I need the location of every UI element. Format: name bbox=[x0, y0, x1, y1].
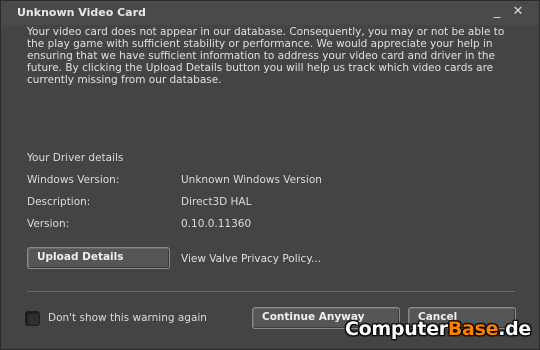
unknown-video-card-dialog: Unknown Video Card _ ✕ Your video card d… bbox=[0, 0, 540, 350]
minimize-icon[interactable]: _ bbox=[488, 3, 506, 21]
intro-message: Your video card does not appear in our d… bbox=[27, 26, 505, 86]
windows-version-value: Unknown Windows Version bbox=[181, 174, 322, 186]
privacy-policy-link[interactable]: View Valve Privacy Policy... bbox=[181, 253, 321, 265]
upload-details-label: Upload Details bbox=[37, 251, 124, 263]
window-title: Unknown Video Card bbox=[17, 6, 146, 19]
description-label: Description: bbox=[27, 196, 91, 208]
dont-show-label[interactable]: Don't show this warning again bbox=[48, 312, 207, 324]
title-bar[interactable]: Unknown Video Card _ ✕ bbox=[1, 1, 539, 25]
version-label: Version: bbox=[27, 218, 70, 230]
upload-details-button[interactable]: Upload Details bbox=[27, 247, 170, 269]
watermark-part3: .de bbox=[498, 318, 531, 340]
driver-details-heading: Your Driver details bbox=[27, 152, 124, 164]
dont-show-checkbox[interactable] bbox=[25, 311, 40, 326]
watermark-part1: Computer bbox=[345, 318, 448, 340]
divider bbox=[27, 291, 515, 292]
description-value: Direct3D HAL bbox=[181, 196, 252, 208]
windows-version-label: Windows Version: bbox=[27, 174, 120, 186]
close-icon[interactable]: ✕ bbox=[509, 3, 527, 21]
watermark-part2: Base bbox=[447, 318, 499, 340]
computerbase-watermark: ComputerBase.de bbox=[345, 318, 531, 340]
version-value: 0.10.0.11360 bbox=[181, 218, 252, 230]
